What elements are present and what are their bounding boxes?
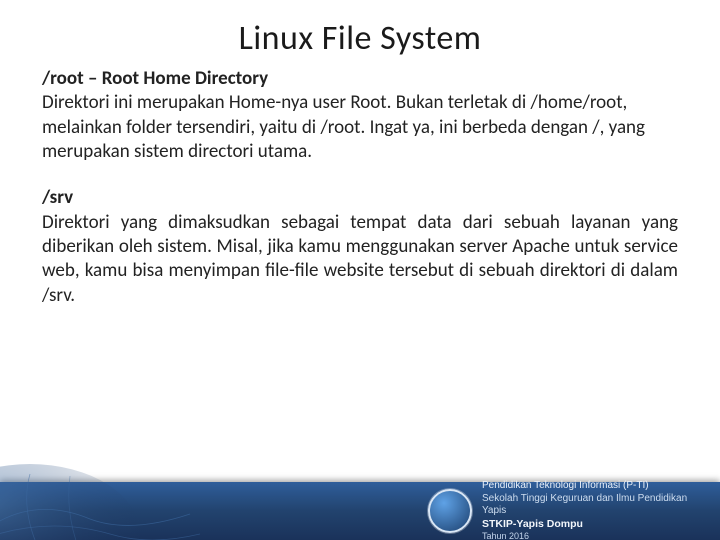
section-body: Direktori ini merupakan Home-nya user Ro… <box>42 91 678 164</box>
footer-text: Pendidikan Teknologi Informasi (P-TI) Se… <box>482 480 702 540</box>
section-body: Direktori yang dimaksudkan sebagai tempa… <box>42 211 678 308</box>
slide-title: Linux File System <box>0 0 720 67</box>
footer-line3: STKIP-Yapis Dompu <box>482 518 702 531</box>
slide: { "title": "Linux File System", "section… <box>0 0 720 540</box>
globe-graphic <box>0 464 200 540</box>
footer-line4: Tahun 2016 <box>482 531 702 540</box>
footer-bar: Pendidikan Teknologi Informasi (P-TI) Se… <box>0 482 720 540</box>
section-heading: /srv <box>42 186 678 210</box>
footer-line1: Pendidikan Teknologi Informasi (P-TI) <box>482 480 702 493</box>
section-heading: /root – Root Home Directory <box>42 67 678 91</box>
footer-line2: Sekolah Tinggi Keguruan dan Ilmu Pendidi… <box>482 493 702 518</box>
institution-logo <box>428 489 472 533</box>
section-srv: /srv Direktori yang dimaksudkan sebagai … <box>42 186 678 308</box>
section-root: /root – Root Home Directory Direktori in… <box>42 67 678 164</box>
content-area: /root – Root Home Directory Direktori in… <box>0 67 720 308</box>
